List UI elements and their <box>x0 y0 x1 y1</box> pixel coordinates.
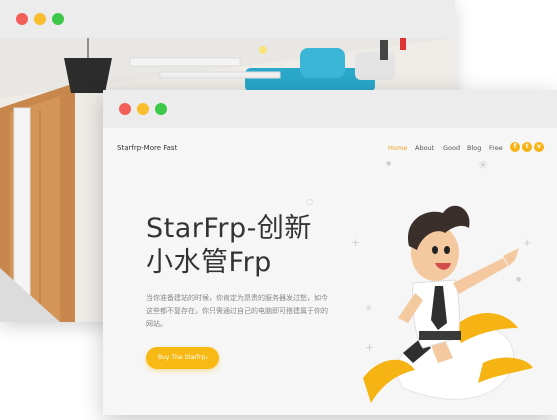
sparkle-decoration-icon: ✳ <box>478 158 489 172</box>
cta-label: Buy The Starfrp <box>158 354 206 361</box>
facebook-icon[interactable]: f <box>510 142 520 152</box>
maximize-dot-icon[interactable] <box>155 103 167 115</box>
rocket-character-illustration <box>363 205 533 403</box>
description-line-3: 网站。 <box>146 320 167 328</box>
description-line-1: 当你准备建站的时候，你肯定为昂贵的服务器发过愁，如今 <box>146 294 328 302</box>
close-dot-icon[interactable] <box>16 13 28 25</box>
buy-starfrp-button[interactable]: Buy The Starfrp › <box>146 347 219 369</box>
nav-about[interactable]: About <box>415 144 434 152</box>
nav-home[interactable]: Home <box>388 144 407 152</box>
dot-decoration-icon: ● <box>386 160 392 167</box>
maximize-dot-icon[interactable] <box>52 13 64 25</box>
front-browser-window: Starfrp-More Fast Home About Good Blog F… <box>103 90 557 415</box>
vimeo-icon[interactable]: v <box>534 142 544 152</box>
circle-decoration-icon: ○ <box>306 197 313 206</box>
nav-good[interactable]: Good <box>443 144 460 152</box>
twitter-icon[interactable]: t <box>522 142 532 152</box>
minimize-dot-icon[interactable] <box>34 13 46 25</box>
close-dot-icon[interactable] <box>119 103 131 115</box>
minimize-dot-icon[interactable] <box>137 103 149 115</box>
front-window-titlebar <box>103 90 557 128</box>
chevron-right-icon: › <box>205 354 208 362</box>
landing-page: Starfrp-More Fast Home About Good Blog F… <box>103 128 557 415</box>
description-line-2: 这些都不复存在，你只需通过自己的电脑即可搭建属于你的 <box>146 307 328 315</box>
nav-free[interactable]: Free <box>489 144 503 152</box>
nav-blog[interactable]: Blog <box>467 144 481 152</box>
back-window-titlebar <box>0 0 455 38</box>
site-brand[interactable]: Starfrp-More Fast <box>117 144 177 152</box>
